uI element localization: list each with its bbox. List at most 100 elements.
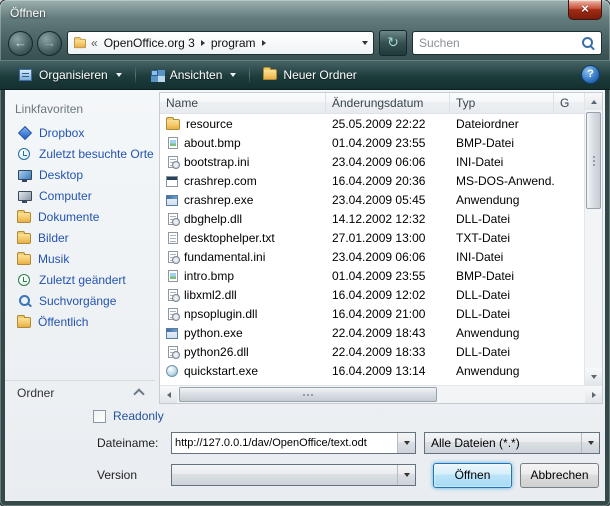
readonly-label: Readonly: [113, 409, 164, 423]
sidebar-item-8[interactable]: Suchvorgänge: [5, 290, 155, 311]
folder-icon: [166, 119, 180, 130]
back-button[interactable]: [8, 31, 33, 56]
sidebar-item-3[interactable]: Computer: [5, 185, 155, 206]
file-date: 01.04.2009 23:55: [326, 269, 450, 283]
column-header-name[interactable]: Name: [160, 93, 326, 113]
sidebar-item-7[interactable]: Zuletzt geändert: [5, 269, 155, 290]
file-row[interactable]: python.exe 22.04.2009 18:43 Anwendung: [160, 323, 584, 342]
file-row[interactable]: dbghelp.dll 14.12.2002 12:32 DLL-Datei: [160, 209, 584, 228]
address-dropdown-icon[interactable]: [362, 41, 368, 45]
column-header-size[interactable]: G: [554, 93, 584, 113]
help-button[interactable]: [581, 65, 600, 84]
scroll-right-button[interactable]: [585, 386, 602, 403]
file-row[interactable]: bootstrap.ini 23.04.2009 06:06 INI-Datei: [160, 152, 584, 171]
public-folder-icon: [17, 317, 31, 328]
sidebar-item-0[interactable]: Dropbox: [5, 122, 155, 143]
file-type: DLL-Datei: [450, 307, 554, 321]
ini-icon: [168, 251, 178, 263]
file-row[interactable]: fundamental.ini 23.04.2009 06:06 INI-Dat…: [160, 247, 584, 266]
file-row[interactable]: quickstart.exe 16.04.2009 13:14 Anwendun…: [160, 361, 584, 380]
version-combobox[interactable]: [171, 464, 416, 486]
file-date: 23.04.2009 06:06: [326, 155, 450, 169]
file-row[interactable]: crashrep.com 16.04.2009 20:36 MS-DOS-Anw…: [160, 171, 584, 190]
filename-label: Dateiname:: [97, 436, 171, 450]
file-row[interactable]: npsoplugin.dll 16.04.2009 21:00 DLL-Date…: [160, 304, 584, 323]
column-header-type[interactable]: Typ: [450, 93, 554, 113]
pictures-folder-icon: [17, 233, 31, 244]
breadcrumb-segment[interactable]: program: [209, 36, 258, 50]
readonly-checkbox[interactable]: [93, 410, 106, 423]
refresh-button[interactable]: [379, 30, 407, 56]
views-button[interactable]: Ansichten: [141, 65, 245, 85]
file-row[interactable]: crashrep.exe 23.04.2009 05:45 Anwendung: [160, 190, 584, 209]
scroll-down-button[interactable]: [585, 368, 602, 385]
breadcrumb-overflow-button[interactable]: «: [91, 36, 98, 50]
file-date: 25.05.2009 22:22: [326, 117, 450, 131]
file-row[interactable]: python26.dll 22.04.2009 18:33 DLL-Datei: [160, 342, 584, 361]
vertical-scrollbar[interactable]: [584, 93, 602, 385]
file-name: about.bmp: [184, 136, 241, 150]
filetype-combobox[interactable]: Alle Dateien (*.*): [424, 432, 600, 454]
search-icon[interactable]: [581, 36, 595, 50]
arrow-left-icon: [167, 392, 171, 398]
dropbox-icon: [17, 126, 32, 140]
file-row[interactable]: desktophelper.txt 27.01.2009 13:00 TXT-D…: [160, 228, 584, 247]
forward-button[interactable]: [37, 31, 62, 56]
file-row[interactable]: intro.bmp 01.04.2009 23:55 BMP-Datei: [160, 266, 584, 285]
file-date: 16.04.2009 12:02: [326, 288, 450, 302]
arrow-up-icon: [591, 100, 597, 104]
filename-dropdown-button[interactable]: [397, 433, 415, 453]
sidebar-item-1[interactable]: Zuletzt besuchte Orte: [5, 143, 155, 164]
file-date: 23.04.2009 05:45: [326, 193, 450, 207]
breadcrumb-separator-icon[interactable]: [201, 40, 205, 46]
file-type: DLL-Datei: [450, 212, 554, 226]
close-button[interactable]: [568, 0, 602, 20]
chevron-down-icon: [404, 441, 410, 445]
dll-icon: [168, 346, 178, 358]
scroll-left-button[interactable]: [160, 386, 177, 403]
window-title: Öffnen: [10, 6, 46, 20]
chevron-up-icon: [133, 388, 144, 399]
sidebar-item-5[interactable]: Bilder: [5, 227, 155, 248]
filename-input[interactable]: [172, 433, 397, 453]
dll-icon: [168, 213, 178, 225]
organize-icon: [18, 68, 33, 82]
titlebar[interactable]: Öffnen: [0, 0, 610, 26]
organize-button[interactable]: Organisieren: [10, 65, 130, 85]
sidebar-item-4[interactable]: Dokumente: [5, 206, 155, 227]
scroll-up-button[interactable]: [585, 93, 602, 110]
search-input[interactable]: [419, 36, 577, 50]
open-button[interactable]: Öffnen: [433, 463, 512, 488]
address-bar[interactable]: « OpenOffice.org 3 program: [67, 31, 374, 55]
filename-combobox[interactable]: [171, 432, 416, 454]
file-row[interactable]: resource 25.05.2009 22:22 Dateiordner: [160, 114, 584, 133]
txt-icon: [168, 232, 178, 244]
new-folder-button[interactable]: Neuer Ordner: [255, 65, 364, 85]
breadcrumb-segment[interactable]: OpenOffice.org 3: [102, 36, 197, 50]
file-name-cell: python.exe: [160, 326, 326, 340]
horizontal-scrollbar[interactable]: [160, 385, 602, 403]
column-header-date[interactable]: Änderungsdatum: [326, 93, 450, 113]
folders-label: Ordner: [17, 386, 54, 400]
breadcrumb-separator-icon[interactable]: [262, 40, 266, 46]
file-date: 14.12.2002 12:32: [326, 212, 450, 226]
sidebar-item-9[interactable]: Öffentlich: [5, 311, 155, 332]
cancel-button[interactable]: Abbrechen: [520, 463, 599, 488]
folders-expander[interactable]: Ordner: [5, 380, 155, 404]
file-row[interactable]: about.bmp 01.04.2009 23:55 BMP-Datei: [160, 133, 584, 152]
filetype-dropdown-button[interactable]: [581, 433, 599, 453]
file-name: desktophelper.txt: [184, 231, 275, 245]
vertical-scroll-thumb[interactable]: [586, 112, 601, 209]
sidebar-item-2[interactable]: Desktop: [5, 164, 155, 185]
version-dropdown-button[interactable]: [397, 465, 415, 485]
file-name-cell: npsoplugin.dll: [160, 307, 326, 321]
search-box[interactable]: [412, 31, 602, 55]
file-name-cell: intro.bmp: [160, 269, 326, 283]
file-type: Anwendung: [450, 193, 554, 207]
horizontal-scroll-thumb[interactable]: [179, 387, 437, 402]
dos-icon: [166, 176, 178, 187]
sidebar-item-6[interactable]: Musik: [5, 248, 155, 269]
file-name: resource: [186, 117, 233, 131]
file-row[interactable]: libxml2.dll 16.04.2009 12:02 DLL-Datei: [160, 285, 584, 304]
command-toolbar: Organisieren Ansichten Neuer Ordner: [0, 60, 610, 90]
